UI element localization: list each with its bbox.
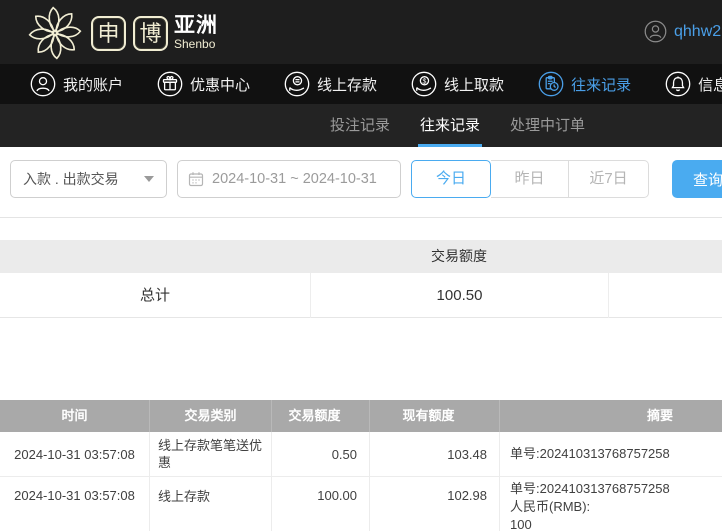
summary-line: 单号:202410313768757258 [510,445,670,463]
tab-pending-orders[interactable]: 处理中订单 [510,104,585,147]
logo-char-box: 申 [91,16,126,51]
summary-line: 人民币(RMB): [510,498,670,516]
nav-item-label: 我的账户 [63,74,123,95]
summary-empty-cell [608,273,722,318]
section-divider [0,217,722,218]
calendar-icon [188,171,204,187]
transaction-type-select[interactable]: 入款 . 出款交易 [10,160,167,198]
chevron-down-icon [144,176,154,182]
date-range-value: 2024-10-31 ~ 2024-10-31 [212,171,377,187]
logo-char-box: 博 [133,16,168,51]
quick-date-buttons: 今日 昨日 近7日 [411,160,649,198]
logo-region: 亚洲 [174,15,218,37]
summary-line: 单号:202410313768757258 [510,480,670,498]
nav-item-label: 线上存款 [317,74,377,95]
main-navigation: 我的账户 优惠中心 线上存款 [0,64,722,104]
cell-amount: 0.50 [272,432,370,476]
yesterday-button[interactable]: 昨日 [491,160,569,198]
transaction-records-page: 申 博 亚洲 Shenbo qhhw2 我的账户 [0,0,722,531]
flower-logo-icon [26,4,84,62]
record-tabs-bar: 投注记录 往来记录 处理中订单 [0,104,722,147]
deposit-icon [284,71,310,97]
nav-item-promotions[interactable]: 优惠中心 [157,71,250,97]
date-range-input[interactable]: 2024-10-31 ~ 2024-10-31 [177,160,401,198]
withdraw-icon: $ [411,71,437,97]
cell-type: 线上存款笔笔送优惠 [150,432,272,476]
nav-item-label: 线上取款 [444,74,504,95]
transaction-type-value: 入款 . 出款交易 [23,169,119,189]
nav-item-label: 优惠中心 [190,74,250,95]
col-header-amount: 交易额度 [272,400,370,432]
cell-summary: 单号:202410313768757258 人民币(RMB): 100 [500,477,722,531]
cell-time: 2024-10-31 03:57:08 [0,477,150,531]
cell-time: 2024-10-31 03:57:08 [0,432,150,476]
summary-table: 交易额度 总计 100.50 [0,240,722,318]
records-icon [538,71,564,97]
nav-item-label: 信息 [698,74,722,95]
logo-subtitle: Shenbo [174,37,218,51]
filter-bar: 入款 . 出款交易 2024-10-31 ~ 2024-10-31 今日 昨日 … [0,147,722,217]
cell-type: 线上存款 [150,477,272,531]
summary-total-row: 总计 100.50 [0,273,722,318]
cell-amount: 100.00 [272,477,370,531]
summary-header-label: 交易额度 [310,240,608,273]
today-button[interactable]: 今日 [411,160,491,198]
nav-item-my-account[interactable]: 我的账户 [30,71,123,97]
tab-transaction-records[interactable]: 往来记录 [420,104,480,147]
table-header-row: 时间 交易类别 交易额度 现有额度 摘要 [0,400,722,432]
cell-balance: 103.48 [370,432,500,476]
summary-header-row: 交易额度 [0,240,722,273]
tab-betting-records[interactable]: 投注记录 [330,104,390,147]
cell-balance: 102.98 [370,477,500,531]
summary-total-label: 总计 [0,273,310,318]
col-header-time: 时间 [0,400,150,432]
account-area: qhhw2 [644,20,721,43]
summary-total-value: 100.50 [310,273,608,318]
table-row: 2024-10-31 03:57:08 线上存款笔笔送优惠 0.50 103.4… [0,432,722,477]
cell-summary: 单号:202410313768757258 [500,432,722,476]
nav-item-transaction-records[interactable]: 往来记录 [538,71,631,97]
last-7-days-button[interactable]: 近7日 [569,160,649,198]
col-header-balance: 现有额度 [370,400,500,432]
col-header-summary: 摘要 [500,400,722,432]
nav-item-withdraw[interactable]: $ 线上取款 [411,71,504,97]
avatar-icon [644,20,667,43]
table-row: 2024-10-31 03:57:08 线上存款 100.00 102.98 单… [0,477,722,531]
topbar: 申 博 亚洲 Shenbo qhhw2 [0,0,722,64]
logo-text: 亚洲 Shenbo [174,15,218,51]
brand-logo[interactable]: 申 博 亚洲 Shenbo [26,2,218,64]
user-icon [30,71,56,97]
gift-icon [157,71,183,97]
summary-line: 100 [510,516,670,531]
username[interactable]: qhhw2 [674,23,721,41]
nav-item-label: 往来记录 [571,74,631,95]
bell-icon [665,71,691,97]
nav-item-deposit[interactable]: 线上存款 [284,71,377,97]
col-header-type: 交易类别 [150,400,272,432]
nav-item-messages[interactable]: 信息 [665,71,722,97]
transactions-table: 时间 交易类别 交易额度 现有额度 摘要 2024-10-31 03:57:08… [0,400,722,531]
svg-text:$: $ [423,78,427,85]
query-button[interactable]: 查询 [672,160,722,198]
